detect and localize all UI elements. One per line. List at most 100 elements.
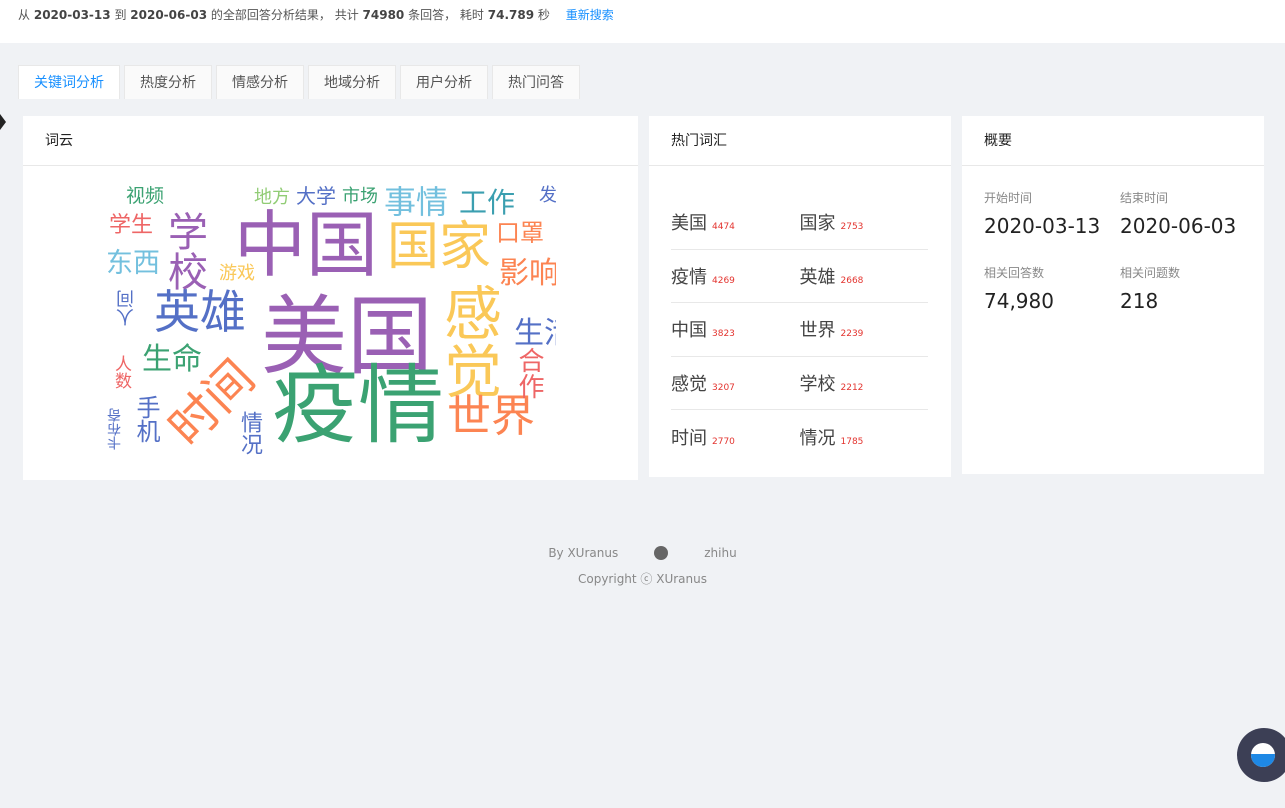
cloud-word: 视频 <box>126 185 165 207</box>
hot-item: 中国 3823 <box>671 316 800 342</box>
footer: By XUranus zhihu Copyright ⓒ XUranus <box>0 546 1285 587</box>
hot-words-title: 热门词汇 <box>649 116 951 166</box>
hot-row: 疫情 4269 英雄 2668 <box>671 250 929 303</box>
tab-users[interactable]: 用户分析 <box>400 65 488 99</box>
hot-count: 2212 <box>840 382 864 393</box>
tab-heat[interactable]: 热度分析 <box>124 65 212 99</box>
hot-item: 世界 2239 <box>800 316 929 342</box>
hot-item: 情况 1785 <box>800 424 929 450</box>
summary-prefix: 从 <box>18 8 31 22</box>
hot-word: 学校 <box>799 373 836 395</box>
answers-label: 相关回答数 <box>984 266 1045 280</box>
end-time-label: 结束时间 <box>1120 191 1169 205</box>
hot-item: 时间 2770 <box>671 424 800 450</box>
summary-start-date: 2020-03-13 <box>33 8 111 22</box>
hot-word: 情况 <box>799 427 836 449</box>
hot-count: 4474 <box>712 222 735 233</box>
hot-count: 2770 <box>712 436 735 447</box>
hot-item: 学校 2212 <box>800 370 929 396</box>
hot-word: 感觉 <box>671 373 707 395</box>
hot-row: 美国 4474 国家 2753 <box>671 196 928 250</box>
hot-item: 国家 2753 <box>800 209 929 235</box>
hot-item: 感觉 3207 <box>671 370 800 396</box>
summary-text: 从 2020-03-13 到 2020-06-03 的全部回答分析结果， 共计 … <box>18 6 614 23</box>
cloud-word: 世界 <box>447 391 535 442</box>
answers-value: 74,980 <box>984 289 1054 313</box>
summary-mid: 的全部回答分析结果， 共计 <box>210 8 359 22</box>
hot-item: 美国 4474 <box>671 209 800 235</box>
github-icon[interactable] <box>654 546 669 560</box>
start-time-label: 开始时间 <box>984 191 1033 205</box>
cloud-word: 中国 <box>234 203 379 287</box>
start-time-value: 2020-03-13 <box>984 214 1101 238</box>
overview-end: 结束时间 2020-06-03 <box>1120 189 1236 238</box>
hot-count: 2668 <box>840 275 864 286</box>
hot-item: 英雄 2668 <box>800 263 929 289</box>
summary-to: 到 <box>114 8 127 22</box>
hot-item: 疫情 4269 <box>671 263 800 289</box>
footer-links: By XUranus zhihu <box>0 546 1285 560</box>
hot-row: 时间 2770 情况 1785 <box>671 410 928 464</box>
overview-start: 开始时间 2020-03-13 <box>984 189 1100 238</box>
tab-hot-qa[interactable]: 热门问答 <box>492 65 580 99</box>
wordcloud-card: 词云 视频 学生 学校 中国 国家 事情 工作 口罩 发 地方 大学 市场 东西… <box>23 116 638 480</box>
cloud-word: 工作 <box>459 186 516 219</box>
cloud-word: 疫情 <box>272 356 444 456</box>
hot-word: 美国 <box>671 213 707 235</box>
cloud-word: 手机 <box>132 395 160 443</box>
hot-word: 时间 <box>671 427 707 449</box>
hot-words-list: 美国 4474 国家 2753 疫情 4269 英雄 2668 中国 3823 世界 223… <box>671 196 928 464</box>
hot-count: 1785 <box>840 436 864 447</box>
questions-label: 相关问题数 <box>1120 266 1181 280</box>
author-link[interactable]: By XUranus <box>548 546 618 560</box>
hot-count: 3207 <box>712 382 735 393</box>
cloud-word: 人间 <box>116 290 137 326</box>
tab-region[interactable]: 地域分析 <box>308 65 396 99</box>
cloud-word: 影响 <box>499 256 556 291</box>
cloud-word: 事情 <box>384 183 449 221</box>
cloud-word: 游戏 <box>219 263 255 284</box>
hot-count: 4269 <box>712 275 735 286</box>
hot-count: 2753 <box>840 222 864 233</box>
cloud-word: 发 <box>539 185 556 206</box>
hot-word: 世界 <box>799 320 836 342</box>
cloud-word: 市场 <box>342 186 378 207</box>
questions-value: 218 <box>1120 289 1159 313</box>
cloud-word: 英雄 <box>154 285 246 339</box>
summary-time: 74.789 <box>487 8 535 22</box>
cloud-word: 国家 <box>387 217 492 277</box>
end-time-value: 2020-06-03 <box>1120 214 1237 238</box>
overview-title: 概要 <box>962 116 1264 166</box>
hot-word: 国家 <box>799 213 836 235</box>
wordcloud: 视频 学生 学校 中国 国家 事情 工作 口罩 发 地方 大学 市场 东西 游戏… <box>106 183 556 458</box>
hot-count: 2239 <box>840 329 864 340</box>
zhihu-link[interactable]: zhihu <box>704 546 736 560</box>
summary-count: 74980 <box>362 8 405 22</box>
tab-keywords[interactable]: 关键词分析 <box>18 65 120 99</box>
cloud-word: 学生 <box>109 213 154 238</box>
cloud-word: 生活 <box>514 316 556 351</box>
cloud-word: 情况 <box>237 411 262 455</box>
hot-row: 感觉 3207 学校 2212 <box>671 357 929 410</box>
research-link[interactable]: 重新搜索 <box>566 8 614 22</box>
cloud-word: 合作 <box>514 347 544 399</box>
copyright: Copyright ⓒ XUranus <box>577 572 708 586</box>
cloud-word: 生命 <box>142 342 202 377</box>
cloud-word: 人数 <box>111 355 131 389</box>
cloud-word: 口罩 <box>496 219 544 247</box>
cloud-word: 卡布奇 <box>107 408 123 450</box>
summary-unit: 条回答， 耗时 <box>408 8 484 22</box>
cloud-word: 大学 <box>296 184 336 208</box>
cloud-word: 东西 <box>106 248 160 279</box>
summary-sec: 秒 <box>537 8 550 22</box>
hot-word: 英雄 <box>799 266 836 288</box>
floating-assistant-button[interactable] <box>1237 728 1285 782</box>
analysis-tabs: 关键词分析 热度分析 情感分析 地域分析 用户分析 热门问答 <box>18 65 580 99</box>
cloud-word: 感觉 <box>434 283 502 399</box>
assistant-icon <box>1251 743 1275 767</box>
overview-card: 概要 开始时间 2020-03-13 结束时间 2020-06-03 相关回答数… <box>962 116 1264 474</box>
summary-bar: 从 2020-03-13 到 2020-06-03 的全部回答分析结果， 共计 … <box>0 0 1285 43</box>
hot-words-card: 热门词汇 美国 4474 国家 2753 疫情 4269 英雄 2668 中国 3823 … <box>649 116 951 477</box>
hot-word: 疫情 <box>671 266 707 288</box>
tab-sentiment[interactable]: 情感分析 <box>216 65 304 99</box>
